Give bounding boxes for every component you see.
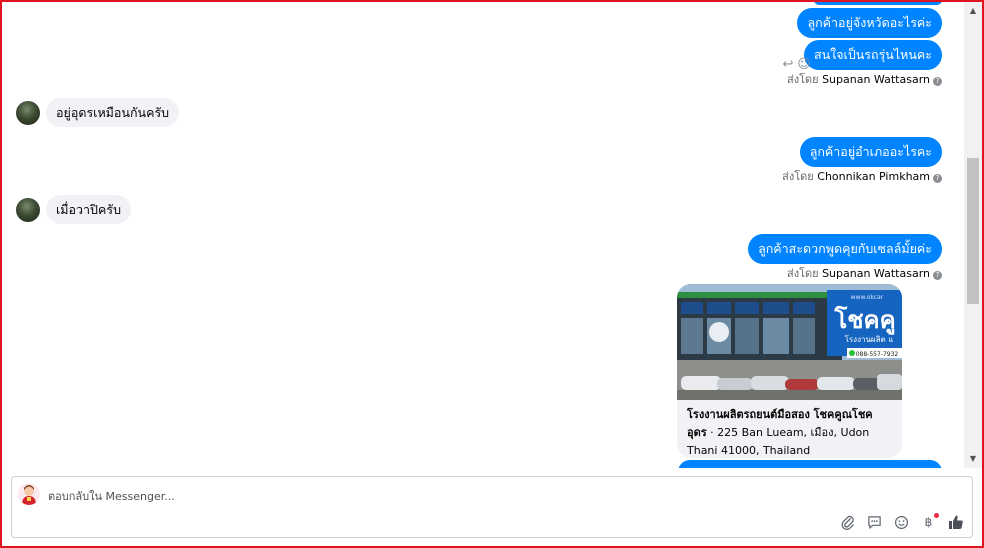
payment-icon[interactable]: ฿ xyxy=(920,512,939,531)
incoming-message[interactable]: อยู่อุดรเหมือนกันครับ xyxy=(46,98,180,127)
sent-by-label: ส่งโดย Chonnikan Pimkham? xyxy=(782,170,942,184)
location-info: โรงงานผลิตรถยนต์มือสอง โชคคูณโชค อุดร · … xyxy=(677,400,902,458)
sent-by-label: ส่งโดย Supanan Wattasarn? xyxy=(787,73,942,87)
paperclip-icon[interactable] xyxy=(839,514,856,531)
reply-icon[interactable]: ↩ xyxy=(780,57,796,73)
contact-avatar[interactable] xyxy=(16,101,40,125)
outgoing-message[interactable]: ลูกค้าอยู่จังหวัดอะไรค่ะ xyxy=(797,8,942,38)
location-card[interactable]: www.okcar โชคคู โรงงานผลิต แ 088-557-793… xyxy=(677,284,902,458)
notification-dot xyxy=(934,512,939,518)
sign-web-text: www.okcar xyxy=(851,294,884,301)
outgoing-message[interactable]: ลูกค้าสะดวกพูดคุยกับเซลล์มั้ยค่ะ xyxy=(748,234,942,264)
sent-by-prefix: ส่งโดย xyxy=(786,73,819,86)
location-photo[interactable]: www.okcar โชคคู โรงงานผลิต แ 088-557-793… xyxy=(677,284,902,400)
page-avatar-icon xyxy=(22,485,36,505)
help-icon[interactable]: ? xyxy=(933,174,942,183)
location-address: · 225 Ban Lueam, เมือง, Udon Thani 41000… xyxy=(687,426,870,457)
dealership-photo: www.okcar โชคคู โรงงานผลิต แ 088-557-793… xyxy=(677,284,902,400)
smiley-icon[interactable] xyxy=(893,514,910,531)
sender-name: Chonnikan Pimkham xyxy=(817,170,930,183)
baht-symbol: ฿ xyxy=(924,515,933,529)
emoji-react-icon[interactable]: ☺ xyxy=(796,57,812,73)
sent-by-prefix: ส่งโดย xyxy=(782,170,814,183)
contact-avatar[interactable] xyxy=(16,198,40,222)
thumbs-up-icon[interactable] xyxy=(947,514,964,531)
sender-name: Supanan Wattasarn xyxy=(822,267,930,280)
page-avatar xyxy=(18,483,40,505)
chat-icon[interactable] xyxy=(866,514,883,531)
sign-subtext: โรงงานผลิต แ xyxy=(845,334,894,344)
incoming-message[interactable]: เมื่อวาปิครับ xyxy=(46,195,132,224)
message-thread: ลูกค้าอยู่จังหวัดอะไรค่ะ สนใจเป็นรถรุ่นไ… xyxy=(2,2,964,468)
outgoing-message[interactable]: สนใจเป็นรถรุ่นไหนคะ xyxy=(803,40,942,70)
next-message-bubble[interactable] xyxy=(678,460,942,468)
chat-scrollbar[interactable]: ▲ ▼ xyxy=(964,2,982,468)
scrollbar-thumb[interactable] xyxy=(967,158,979,304)
message-actions: ↩ ☺ xyxy=(780,53,814,72)
sender-name: Supanan Wattasarn xyxy=(822,73,930,86)
composer-tools: ฿ xyxy=(839,512,964,531)
help-icon[interactable]: ? xyxy=(933,77,942,86)
previous-message-bubble[interactable] xyxy=(814,2,942,5)
sent-by-label: ส่งโดย Supanan Wattasarn? xyxy=(787,267,942,281)
help-icon[interactable]: ? xyxy=(933,271,942,280)
sign-text: โชคคู xyxy=(833,305,895,335)
reply-input[interactable] xyxy=(48,487,548,505)
scroll-down-icon[interactable]: ▼ xyxy=(964,452,982,466)
sign-phone: 088-557-7932 xyxy=(856,351,899,358)
scroll-up-icon[interactable]: ▲ xyxy=(964,4,982,18)
reply-composer: ฿ xyxy=(11,476,973,538)
outgoing-message[interactable]: ลูกค้าอยู่อำเภออะไรคะ xyxy=(799,137,942,167)
sent-by-prefix: ส่งโดย xyxy=(786,267,819,280)
